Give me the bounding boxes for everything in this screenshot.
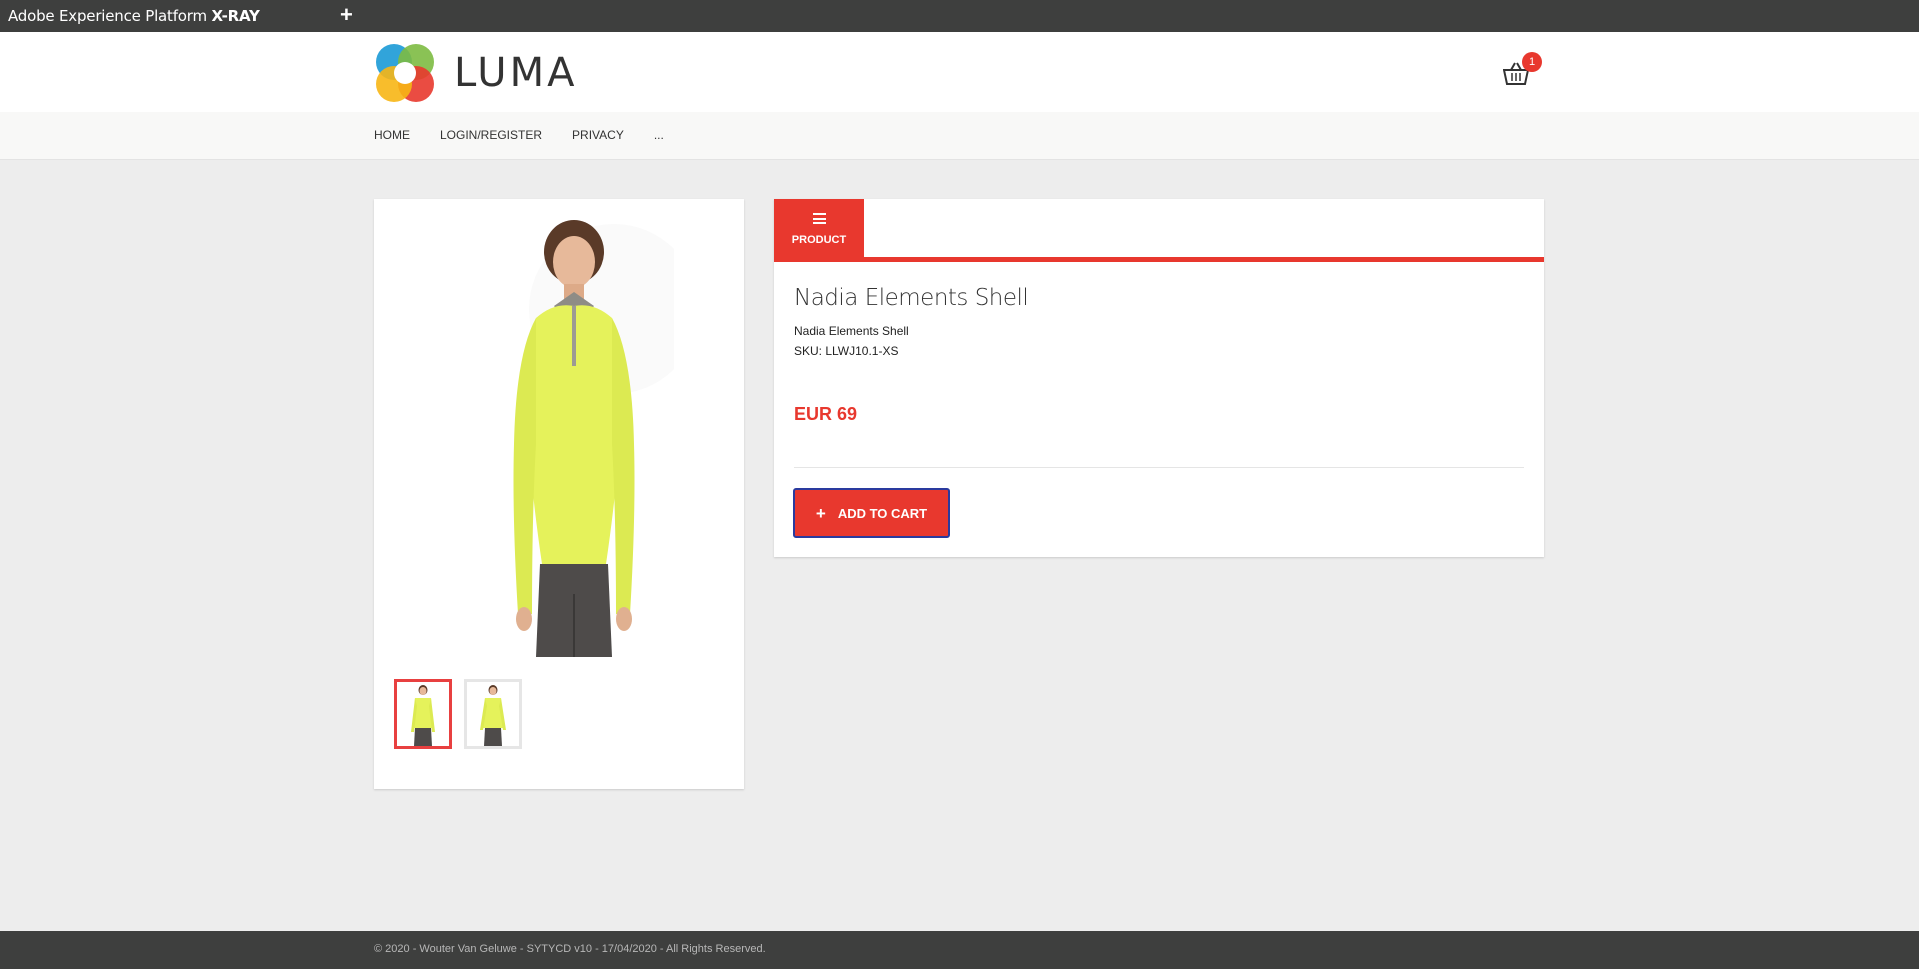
divider	[794, 467, 1524, 468]
nav-items: HOME LOGIN/REGISTER PRIVACY ...	[374, 128, 664, 142]
nav-item-login-register[interactable]: LOGIN/REGISTER	[440, 128, 542, 142]
nav-item-more[interactable]: ...	[654, 128, 664, 142]
site-footer: © 2020 - Wouter Van Geluwe - SYTYCD v10 …	[0, 931, 1919, 969]
xray-add-button[interactable]: +	[340, 2, 353, 28]
footer-copyright: © 2020 - Wouter Van Geluwe - SYTYCD v10 …	[374, 943, 766, 955]
product-title: Nadia Elements Shell	[794, 285, 1029, 311]
add-to-cart-button[interactable]: + ADD TO CART	[793, 488, 950, 538]
product-tab-strip: PRODUCT	[774, 199, 1544, 262]
luma-logo-icon	[376, 44, 434, 102]
xray-toolbar: Adobe Experience Platform X-RAY +	[0, 0, 1919, 32]
xray-title-prefix: Adobe Experience Platform	[8, 7, 212, 25]
cart-count-badge: 1	[1522, 52, 1542, 72]
product-details: PRODUCT Nadia Elements Shell Nadia Eleme…	[774, 199, 1544, 557]
product-price: EUR 69	[794, 404, 858, 424]
add-to-cart-label: ADD TO CART	[837, 505, 928, 521]
menu-icon	[813, 213, 826, 224]
tab-product-label: PRODUCT	[791, 234, 847, 246]
luma-logo[interactable]: LUMA	[374, 42, 584, 104]
tab-product[interactable]: PRODUCT	[774, 199, 864, 257]
main-nav: HOME LOGIN/REGISTER PRIVACY ...	[0, 112, 1919, 160]
product-gallery	[374, 199, 744, 789]
thumbnail-1-image	[411, 685, 435, 746]
product-sku: SKU: LLWJ10.1-XS	[794, 344, 899, 358]
plus-icon: +	[815, 503, 826, 523]
thumbnail-strip	[394, 679, 522, 749]
product-main-image[interactable]	[474, 214, 674, 657]
thumbnail-2-image	[480, 685, 506, 746]
thumbnail-1[interactable]	[394, 679, 452, 749]
product-name: Nadia Elements Shell	[794, 324, 909, 338]
logo-text: LUMA	[454, 50, 578, 96]
xray-title-bold: X-RAY	[211, 7, 260, 25]
thumbnail-2[interactable]	[464, 679, 522, 749]
site-header: LUMA 1	[0, 32, 1919, 112]
cart-button[interactable]: 1	[1500, 52, 1546, 92]
xray-title: Adobe Experience Platform X-RAY	[8, 7, 260, 25]
nav-item-home[interactable]: HOME	[374, 128, 410, 142]
nav-item-privacy[interactable]: PRIVACY	[572, 128, 624, 142]
